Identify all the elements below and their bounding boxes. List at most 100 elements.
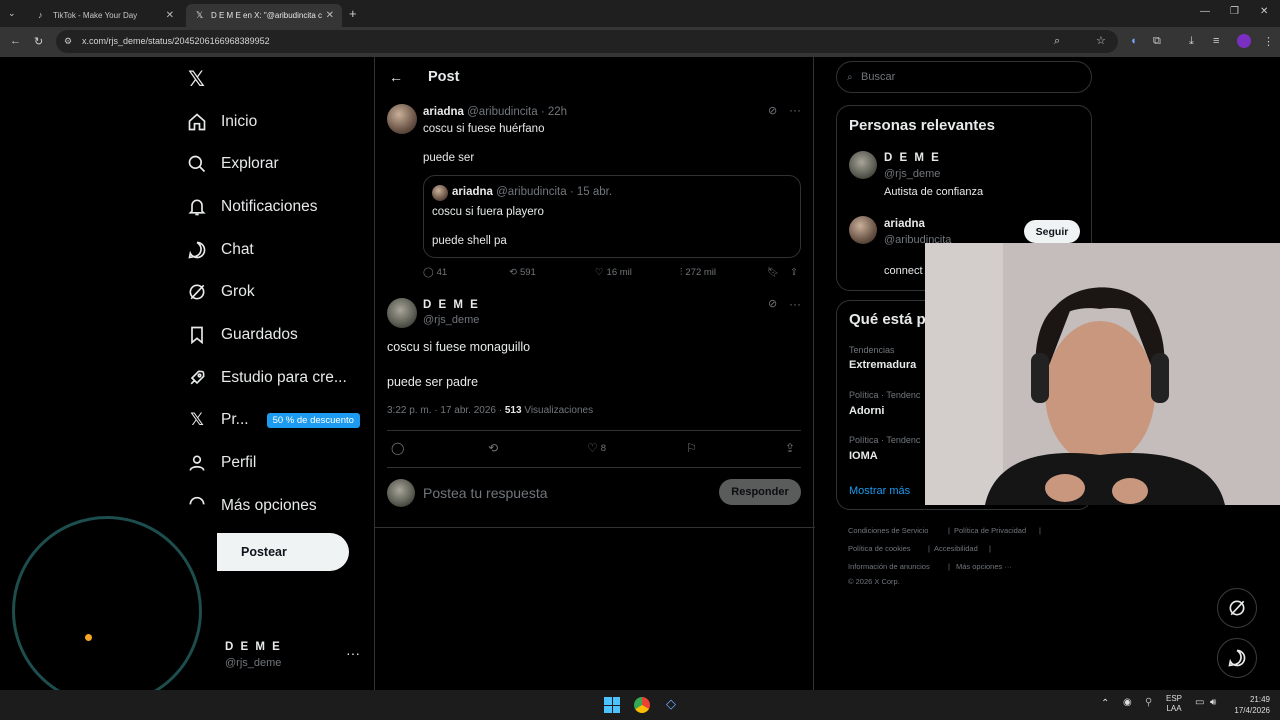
x-favicon-icon: 𝕏	[196, 10, 204, 20]
nav-item-creator-studio[interactable]: Estudio para cre...	[186, 363, 347, 393]
repost-action[interactable]: ⟲ 591	[509, 267, 536, 278]
avatar[interactable]	[849, 151, 877, 179]
volume-icon[interactable]: 🔊︎	[1210, 697, 1216, 708]
x-logo-icon[interactable]: 𝕏	[188, 67, 205, 92]
nav-item-bookmarks[interactable]: Guardados	[186, 320, 298, 350]
share-icon[interactable]: ⇪	[785, 441, 795, 455]
language-indicator[interactable]: ESP LAA	[1166, 694, 1182, 714]
trend-item[interactable]: Adorni	[849, 405, 884, 417]
trend-item[interactable]: IOMA	[849, 450, 878, 462]
reply-button[interactable]: Responder	[719, 479, 801, 505]
puzzle-icon[interactable]: ⧉	[1153, 35, 1161, 48]
chrome-icon[interactable]	[634, 697, 650, 713]
media-icon[interactable]: ≡	[1213, 35, 1219, 47]
more-options-icon[interactable]: ···	[789, 297, 801, 311]
nav-item-grok[interactable]: Grok	[186, 277, 255, 307]
tweet-timestamp[interactable]: 3:22 p. m. · 17 abr. 2026 ·	[387, 405, 502, 416]
extension-icon[interactable]: ◖	[1130, 35, 1137, 47]
grok-fab-button[interactable]	[1217, 588, 1257, 628]
tab-x-post[interactable]: 𝕏 D E M E en X: "@aribudincita c ✕	[186, 4, 342, 27]
footer-links: Condiciones de Servicio | Política de Pr…	[848, 526, 1088, 594]
like-action[interactable]: ♡ 16 mil	[595, 267, 632, 278]
grok-analyze-icon[interactable]: ⊘	[768, 297, 777, 310]
reply-action[interactable]: ◯ 41	[423, 267, 447, 278]
tab-search-icon[interactable]: ⌄	[8, 8, 16, 19]
footer-link-ads-info[interactable]: Información de anuncios	[848, 562, 930, 571]
person-name[interactable]: ariadna	[884, 218, 925, 230]
reply-input[interactable]: Postea tu respuesta	[423, 485, 548, 501]
post-button[interactable]: Postear	[217, 533, 349, 571]
site-info-icon[interactable]: ⚙	[64, 30, 72, 53]
bookmark-icon[interactable]: 🔖︎	[767, 267, 779, 278]
nav-item-chat[interactable]: Chat	[186, 235, 254, 265]
nav-item-explore[interactable]: Explorar	[186, 149, 279, 179]
close-window-icon[interactable]: ✕	[1260, 6, 1268, 17]
account-more-icon[interactable]: ···	[346, 645, 360, 661]
tab-tiktok[interactable]: ♪ TikTok - Make Your Day ✕	[28, 4, 182, 27]
minimize-icon[interactable]: —	[1200, 6, 1210, 17]
reply-icon[interactable]: ◯	[391, 441, 404, 455]
repost-icon[interactable]: ⟲	[488, 441, 498, 455]
url-field[interactable]: ⚙ x.com/rjs_deme/status/2045206166968389…	[56, 30, 1118, 53]
bookmark-icon[interactable]: ⚐	[686, 441, 697, 455]
tray-overflow-icon[interactable]: ⌃	[1101, 698, 1109, 709]
avatar[interactable]	[387, 104, 417, 134]
footer-link-terms[interactable]: Condiciones de Servicio	[848, 526, 928, 535]
reload-icon[interactable]: ↻	[34, 35, 43, 48]
author-name[interactable]: ariadna	[423, 106, 464, 118]
url-text: x.com/rjs_deme/status/204520616696838995…	[82, 36, 270, 46]
author-handle[interactable]: @rjs_deme	[423, 314, 479, 326]
post-column: ← Post ariadna @aribudincita · 22h ⊘ ···…	[374, 57, 815, 690]
menu-icon[interactable]: ⋮	[1263, 35, 1274, 48]
close-tab-icon[interactable]: ✕	[326, 10, 334, 21]
views-action[interactable]: ⫶ 272 mil	[680, 267, 716, 278]
footer-link-cookies[interactable]: Política de cookies	[848, 544, 911, 553]
back-icon[interactable]: ←	[10, 35, 21, 47]
close-tab-icon[interactable]: ✕	[166, 10, 174, 21]
search-input[interactable]: ⌕ Buscar	[836, 61, 1092, 93]
account-name[interactable]: D E M E	[225, 641, 282, 653]
divider	[387, 467, 801, 468]
footer-link-accessibility[interactable]: Accesibilidad	[934, 544, 978, 553]
avatar[interactable]	[849, 216, 877, 244]
x-logo-icon: 𝕏	[190, 410, 204, 429]
maximize-icon[interactable]: ❐	[1230, 6, 1239, 17]
show-more-link[interactable]: Mostrar más	[849, 485, 910, 497]
zoom-icon[interactable]: ⌕	[1054, 30, 1060, 53]
author-handle[interactable]: @aribudincita	[467, 106, 538, 118]
download-icon[interactable]: ⤓	[1189, 35, 1194, 48]
discord-icon[interactable]: ◉	[1123, 697, 1132, 708]
clock[interactable]: 21:49 17/4/2026	[1226, 694, 1270, 716]
nav-item-more[interactable]: Más opciones	[186, 491, 317, 521]
back-arrow-icon[interactable]: ←	[389, 69, 403, 85]
person-handle[interactable]: @rjs_deme	[884, 168, 940, 180]
more-options-icon[interactable]: ···	[789, 103, 801, 117]
avatar[interactable]	[387, 298, 417, 328]
windows-start-icon[interactable]	[604, 697, 620, 713]
footer-link-privacy[interactable]: Política de Privacidad	[954, 526, 1026, 535]
views-label: Visualizaciones	[524, 405, 594, 416]
nav-item-profile[interactable]: Perfil	[186, 448, 256, 478]
profile-avatar[interactable]	[1237, 34, 1251, 48]
nav-item-notifications[interactable]: Notificaciones	[186, 192, 318, 222]
trend-item[interactable]: Extremadura	[849, 359, 916, 371]
follow-button[interactable]: Seguir	[1024, 220, 1080, 243]
footer-link-more[interactable]: Más opciones ···	[956, 562, 1012, 571]
nav-item-home[interactable]: Inicio	[186, 107, 257, 137]
like-action[interactable]: ♡ 8	[587, 441, 606, 455]
new-tab-icon[interactable]: +	[349, 6, 357, 21]
chat-fab-button[interactable]	[1217, 638, 1257, 678]
quoted-tweet[interactable]: ariadna @aribudincita · 15 abr. coscu si…	[423, 175, 801, 258]
nav-item-premium[interactable]: 𝕏 Pr... 50 % de descuento	[186, 405, 360, 435]
tweet-time[interactable]: 22h	[548, 106, 567, 118]
app-icon[interactable]: ◇	[666, 696, 676, 712]
share-icon[interactable]: ⇪	[790, 267, 798, 278]
grok-analyze-icon[interactable]: ⊘	[768, 104, 777, 117]
mic-icon[interactable]: ⚲	[1145, 697, 1152, 708]
network-icon[interactable]: ▭	[1195, 697, 1204, 708]
person-name[interactable]: D E M E	[884, 152, 941, 164]
account-handle[interactable]: @rjs_deme	[225, 657, 281, 669]
bookmark-star-icon[interactable]: ☆	[1096, 30, 1106, 53]
nav-label: Inicio	[221, 113, 258, 130]
author-name[interactable]: D E M E	[423, 299, 480, 311]
